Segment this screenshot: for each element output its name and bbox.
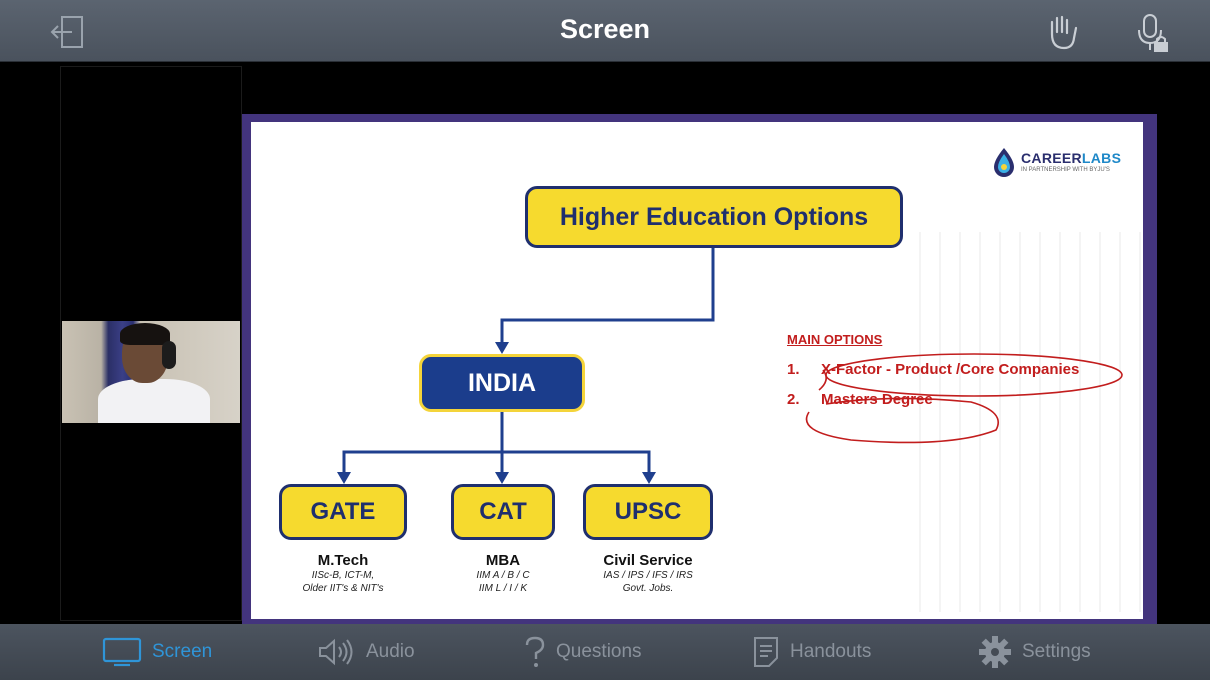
question-icon [525,636,545,667]
monitor-icon [102,637,142,667]
upsc-caption: Civil Service IAS / IPS / IFS / IRS Govt… [579,552,717,595]
cat-detail-2: IIM L / I / K [478,583,528,594]
upsc-detail-1: IAS / IPS / IFS / IRS [603,570,693,581]
tab-handouts[interactable]: Handouts [752,636,871,668]
tab-questions[interactable]: Questions [524,636,642,668]
tab-label: Audio [366,641,415,662]
tab-label: Settings [1022,641,1091,662]
gate-detail-1: IISc-B, ICT-M, [311,570,375,581]
gate-caption: M.Tech IISc-B, ICT-M, Older IIT's & NIT'… [275,552,411,595]
presentation-stage: CAREERLABS IN PARTNERSHIP WITH BYJU'S Hi… [0,62,1210,624]
cat-caption: MBA IIM A / B / C IIM L / I / K [447,552,559,595]
tab-screen[interactable]: Screen [102,636,212,668]
presenter-webcam [62,321,240,423]
india-box: INDIA [419,354,585,412]
cat-box: CAT [451,484,555,540]
tab-label: Screen [152,641,213,662]
option-text: Masters Degree [821,391,933,408]
window-title: Screen [559,14,651,44]
microphone-locked-icon[interactable] [1132,12,1172,54]
bottom-tab-bar: Screen Audio Questions Handouts Settings [0,624,1210,680]
upsc-box: UPSC [583,484,713,540]
tab-label: Handouts [790,641,872,662]
tab-settings[interactable]: Settings [978,636,1091,668]
option-number: 2. [787,391,800,408]
upsc-heading: Civil Service [603,552,693,569]
shared-slide: CAREERLABS IN PARTNERSHIP WITH BYJU'S Hi… [242,114,1157,624]
option-text: X-Factor - Product /Core Companies [821,361,1080,378]
option-number: 1. [787,361,800,378]
top-bar: Screen [0,0,1210,62]
cat-detail-1: IIM A / B / C [476,570,530,581]
speaker-icon [319,638,353,666]
main-options-header: MAIN OPTIONS [787,332,883,347]
higher-education-options-box: Higher Education Options [525,186,903,248]
gear-icon [979,636,1011,668]
main-option-2: 2. Masters Degree [787,391,1079,421]
main-options: MAIN OPTIONS 1. X-Factor - Product /Core … [787,332,1079,421]
cat-heading: MBA [485,552,521,569]
document-icon [754,637,778,667]
presenter-shirt [98,379,210,423]
slide-content: CAREERLABS IN PARTNERSHIP WITH BYJU'S Hi… [251,122,1143,619]
presenter-hair [120,323,170,345]
main-option-1: 1. X-Factor - Product /Core Companies [787,361,1079,391]
gate-detail-2: Older IIT's & NIT's [302,583,384,594]
tab-label: Questions [556,641,642,662]
gate-box: GATE [279,484,407,540]
headset-icon [162,341,176,369]
tab-audio[interactable]: Audio [316,636,415,668]
upsc-detail-2: Govt. Jobs. [622,583,674,594]
gate-heading: M.Tech [317,552,369,569]
raise-hand-icon[interactable] [1042,12,1082,52]
